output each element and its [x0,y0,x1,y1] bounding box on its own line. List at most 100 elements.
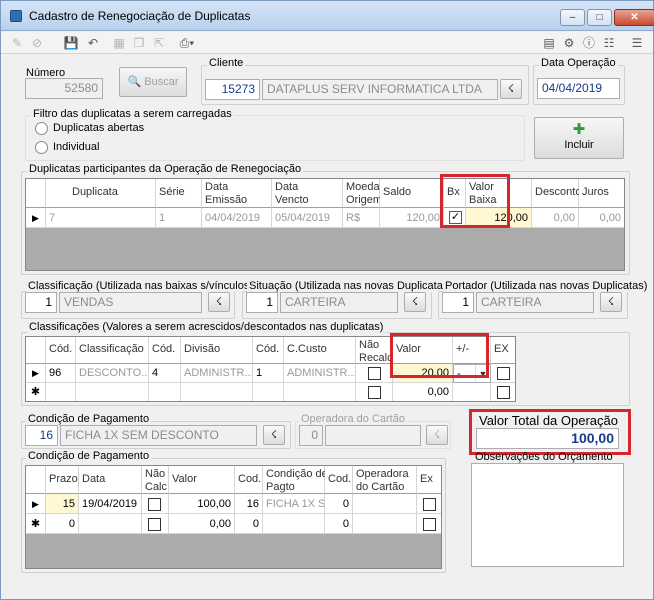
cell-serie[interactable]: 1 [156,208,202,228]
cell-duplicata[interactable]: 7 [46,208,156,228]
situacao-lookup-button[interactable]: ☇ [404,292,426,312]
cell-desconto[interactable]: 0,00 [532,208,579,228]
radio-duplicatas-abertas[interactable] [35,122,48,135]
col-cod-ccusto[interactable]: Cód. [253,337,284,364]
col-data[interactable]: Data [79,466,142,494]
cell-valor[interactable]: 100,00 [169,494,235,514]
cell-moeda[interactable]: R$ [343,208,380,228]
close-button[interactable]: ✕ [614,9,654,26]
cell-cod-operadora-new[interactable]: 0 [325,514,353,534]
cell-cod-divisao[interactable]: 4 [149,364,181,383]
cell-classificacao-new[interactable] [76,383,149,401]
col-valor[interactable]: Valor [169,466,235,494]
cell-cod-ccusto[interactable]: 1 [253,364,284,383]
cell-prazo-new[interactable]: 0 [46,514,79,534]
col-cod-classif[interactable]: Cód. [46,337,76,364]
row-selector-icon[interactable]: ▶ [26,364,46,383]
cell-data-new[interactable] [79,514,142,534]
col-cod-divisao[interactable]: Cód. [149,337,181,364]
col-cod-cond[interactable]: Cod. [235,466,263,494]
copy-icon[interactable]: ❐ [131,35,147,51]
classificacao-lookup-button[interactable]: ☇ [208,292,230,312]
col-cod-operadora[interactable]: Cod. [325,466,353,494]
col-serie[interactable]: Série [156,179,202,208]
col-ccusto[interactable]: C.Custo [284,337,356,364]
cell-ccusto[interactable]: ADMINISTR... [284,364,356,383]
cliente-code-input[interactable]: 15273 [205,79,260,100]
cell-classificacao[interactable]: DESCONTO... [76,364,149,383]
cell-prazo[interactable]: 15 [46,494,79,514]
help-icon[interactable]: ☷ [601,35,617,51]
col-nao-calc[interactable]: Não Calc [142,466,169,494]
cell-emissao[interactable]: 04/04/2019 [202,208,272,228]
condicao-lookup-button[interactable]: ☇ [263,425,285,445]
col-ex[interactable]: Ex [417,466,441,494]
window-list-icon[interactable]: ▤ [541,35,557,51]
undo-icon[interactable]: ↶ [85,35,101,51]
grid-icon[interactable]: ▦ [111,35,127,51]
new-row-icon[interactable]: ✱ [26,514,46,534]
export-icon[interactable]: ⇱ [151,35,167,51]
col-juros[interactable]: Juros [579,179,624,208]
cell-condicao-new[interactable] [263,514,325,534]
cell-sign-new[interactable] [453,383,491,401]
incluir-button[interactable]: ✚ Incluir [534,117,624,159]
col-desconto[interactable]: Desconto [532,179,581,208]
new-row-icon[interactable]: ✱ [26,383,46,401]
col-classificacao[interactable]: Classificação [76,337,149,364]
cell-juros[interactable]: 0,00 [579,208,624,228]
nao-recalc-checkbox-new[interactable] [368,386,381,399]
col-divisao[interactable]: Divisão [181,337,253,364]
condicao-code-input[interactable]: 16 [25,425,58,446]
col-saldo[interactable]: Saldo [380,179,444,208]
observacoes-textarea[interactable] [471,463,624,567]
cell-cod-ccusto-new[interactable] [253,383,284,401]
minimize-button[interactable]: – [560,9,585,26]
ex-checkbox-new[interactable] [423,518,436,531]
portador-lookup-button[interactable]: ☇ [600,292,622,312]
cell-saldo[interactable]: 120,00 [380,208,444,228]
cell-valor-new[interactable]: 0,00 [393,383,453,401]
nao-calc-checkbox[interactable] [148,498,161,511]
cell-condicao[interactable]: FICHA 1X S... [263,494,325,514]
print-icon[interactable]: ⎙▾ [175,35,199,51]
cell-divisao-new[interactable] [181,383,253,401]
cell-operadora-new[interactable] [353,514,417,534]
cell-ccusto-new[interactable] [284,383,356,401]
save-icon[interactable]: 💾 [63,35,79,51]
cliente-lookup-button[interactable]: ☇ [500,79,522,99]
radio-individual[interactable] [35,141,48,154]
cell-cod-classif-new[interactable] [46,383,76,401]
col-duplicata[interactable]: Duplicata [46,179,156,208]
cell-cod-classif[interactable]: 96 [46,364,76,383]
cancel-icon[interactable]: ⊘ [29,35,45,51]
cell-divisao[interactable]: ADMINISTR... [181,364,253,383]
cell-cod-cond[interactable]: 16 [235,494,263,514]
situacao-code-input[interactable]: 1 [246,292,278,313]
cell-operadora[interactable] [353,494,417,514]
cell-cod-divisao-new[interactable] [149,383,181,401]
col-condicao[interactable]: Condição de Pagto [263,466,328,494]
row-selector-icon[interactable]: ▶ [26,208,46,228]
col-data-emissao[interactable]: Data Emissão [202,179,272,208]
col-ex[interactable]: EX [491,337,515,364]
col-operadora[interactable]: Operadora do Cartão [353,466,417,494]
settings-icon[interactable]: ⚙ [561,35,577,51]
ex-checkbox-new[interactable] [497,386,510,399]
nao-recalc-checkbox[interactable] [368,367,381,380]
cell-valor-new[interactable]: 0,00 [169,514,235,534]
col-moeda-origem[interactable]: Moeda Origem [343,179,382,208]
ex-checkbox[interactable] [423,498,436,511]
col-data-vencto[interactable]: Data Vencto [272,179,343,208]
maximize-button[interactable]: □ [587,9,612,26]
col-nao-recalc[interactable]: Não Recalc [356,337,393,364]
cell-cod-operadora[interactable]: 0 [325,494,353,514]
nao-calc-checkbox-new[interactable] [148,518,161,531]
col-prazo[interactable]: Prazo [46,466,79,494]
data-operacao-input[interactable]: 04/04/2019 [537,78,620,99]
classificacao-code-input[interactable]: 1 [25,292,57,313]
portador-code-input[interactable]: 1 [442,292,474,313]
cell-cod-cond-new[interactable]: 0 [235,514,263,534]
row-selector-icon[interactable]: ▶ [26,494,46,514]
menu-icon[interactable]: ☰ [629,35,645,51]
